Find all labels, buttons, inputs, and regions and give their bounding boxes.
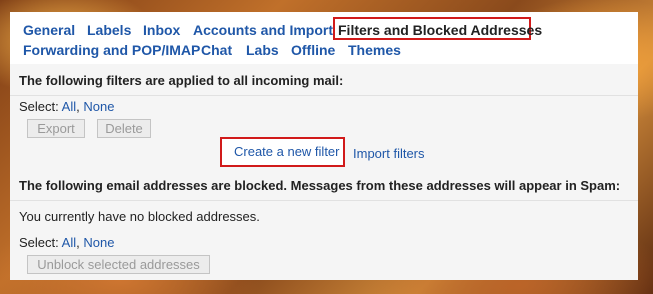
filters-heading: The following filters are applied to all… [19,73,344,88]
create-new-filter-link[interactable]: Create a new filter [234,144,340,159]
tab-general[interactable]: General [23,21,75,39]
export-button[interactable]: Export [27,119,85,138]
tab-offline[interactable]: Offline [291,41,335,59]
blocked-select-label: Select: [19,235,59,250]
filters-select-none-link[interactable]: None [83,99,114,114]
settings-panel: General Labels Inbox Accounts and Import… [10,12,638,280]
tab-labs[interactable]: Labs [246,41,279,59]
tab-chat[interactable]: Chat [201,41,232,59]
tab-inbox[interactable]: Inbox [143,21,180,39]
settings-tabs: General Labels Inbox Accounts and Import… [10,12,638,64]
blocked-select-row: Select: All, None [19,235,114,250]
delete-button[interactable]: Delete [97,119,151,138]
filters-select-separator: , [76,99,80,114]
tab-accounts-and-import[interactable]: Accounts and Import [193,21,333,39]
filters-select-label: Select: [19,99,59,114]
tab-themes[interactable]: Themes [348,41,401,59]
filters-content: The following filters are applied to all… [10,64,638,280]
blocked-empty-message: You currently have no blocked addresses. [19,209,260,224]
tab-forwarding-and-pop-imap[interactable]: Forwarding and POP/IMAP [23,41,200,59]
blocked-select-all-link[interactable]: All [62,235,76,250]
create-filter-highlight: Create a new filter [220,137,345,167]
blocked-select-separator: , [76,235,80,250]
import-filters-link[interactable]: Import filters [353,146,425,161]
unblock-selected-addresses-button[interactable]: Unblock selected addresses [27,255,210,274]
tab-filters-and-blocked-addresses[interactable]: Filters and Blocked Addresses [338,21,542,39]
blocked-divider [10,200,638,201]
blocked-heading: The following email addresses are blocke… [19,178,621,193]
filters-select-row: Select: All, None [19,99,114,114]
filters-divider [10,95,638,96]
tab-labels[interactable]: Labels [87,21,131,39]
filters-select-all-link[interactable]: All [62,99,76,114]
blocked-select-none-link[interactable]: None [83,235,114,250]
